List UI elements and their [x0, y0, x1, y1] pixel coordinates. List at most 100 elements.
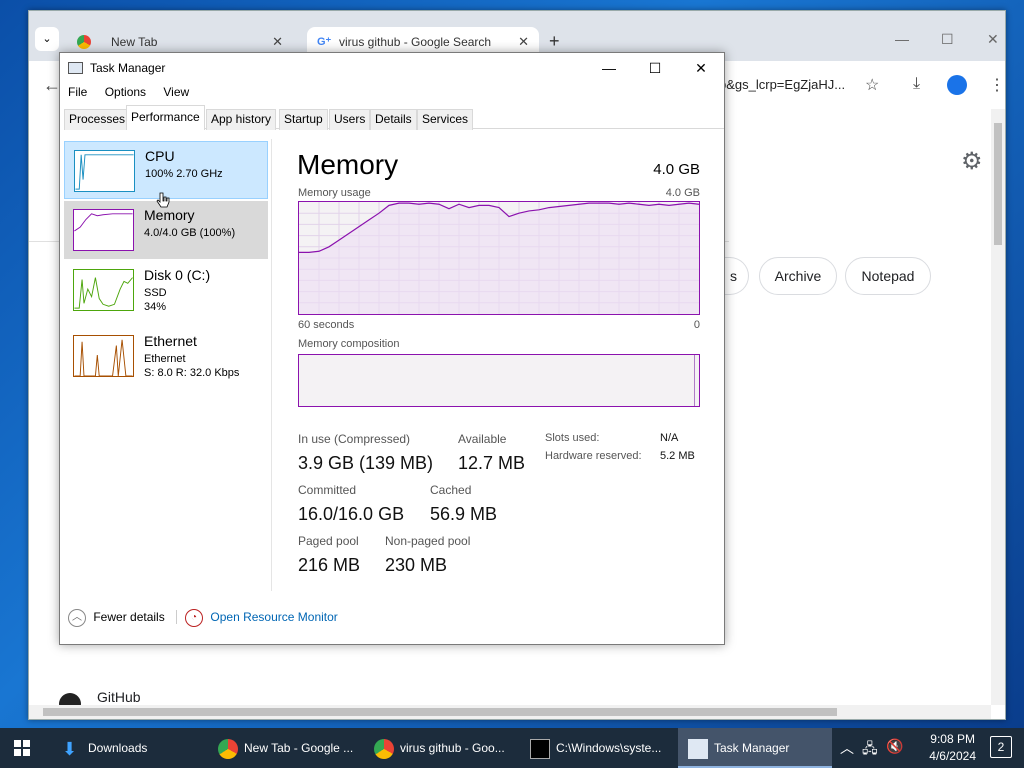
paged-pool-value: 216 MB — [298, 555, 361, 575]
footer: ︿ Fewer details ◔ Open Resource Monitor — [68, 609, 338, 627]
tab-strip: Processes Performance App history Startu… — [64, 105, 724, 130]
hardware-reserved-label: Hardware reserved: — [545, 450, 642, 462]
hand-cursor-icon — [156, 192, 170, 208]
memory-usage-label: Memory usage — [298, 187, 371, 199]
available-label: Available — [458, 432, 507, 446]
task-manager-window: Task Manager — ☐ ✕ File Options View Pro… — [59, 52, 725, 645]
committed-value: 16.0/16.0 GB — [298, 504, 405, 524]
vertical-scrollbar[interactable] — [991, 109, 1005, 705]
download-icon[interactable]: ⤓ — [913, 75, 920, 93]
taskbar-item-label: New Tab - Google ... — [244, 741, 354, 755]
notification-center-icon[interactable]: 2 — [990, 736, 1012, 758]
sidebar-item-cpu[interactable]: CPU 100% 2.70 GHz — [64, 141, 268, 199]
close-window-icon[interactable]: ✕ — [987, 31, 999, 48]
filter-chip-archive[interactable]: Archive — [759, 257, 837, 295]
menu-bar: File Options View — [68, 85, 203, 99]
taskbar-item-label: C:\Windows\syste... — [556, 741, 662, 755]
network-icon[interactable]: 🖧 — [862, 738, 878, 762]
close-icon[interactable]: ✕ — [678, 57, 724, 81]
committed-label: Committed — [298, 483, 357, 497]
sidebar-item-disk[interactable]: Disk 0 (C:) SSD 34% — [64, 261, 268, 319]
graph-time-left: 60 seconds — [298, 319, 355, 331]
menu-options[interactable]: Options — [105, 85, 146, 99]
tab-services[interactable]: Services — [417, 109, 474, 130]
sidebar-item-label: CPU — [145, 148, 175, 164]
google-favicon-icon: G⁺ — [317, 36, 332, 48]
slots-used-label: Slots used: — [545, 432, 600, 444]
memory-usage-max: 4.0 GB — [665, 187, 700, 199]
menu-kebab-icon[interactable]: ⋮ — [989, 75, 1005, 95]
tab-processes[interactable]: Processes — [64, 109, 131, 130]
menu-view[interactable]: View — [163, 85, 189, 99]
tab-title: virus github - Google Search — [339, 35, 492, 49]
volume-muted-icon[interactable]: 🔇 — [886, 738, 903, 755]
clock[interactable]: 9:08 PM 4/6/2024 — [929, 731, 976, 765]
sidebar-item-label: Disk 0 (C:) — [144, 267, 211, 283]
tab-users[interactable]: Users — [329, 109, 371, 130]
settings-gear-icon[interactable]: ⚙ — [961, 147, 983, 176]
page-title: Memory — [297, 149, 399, 180]
fewer-details-link[interactable]: Fewer details — [93, 610, 164, 624]
cached-label: Cached — [430, 483, 472, 497]
minimize-icon[interactable]: — — [895, 31, 909, 47]
chrome-icon — [218, 738, 238, 759]
taskbar-item-task-manager[interactable]: Task Manager — [678, 728, 832, 768]
chevron-up-icon[interactable]: ︿ — [68, 609, 86, 627]
windows-start-icon[interactable] — [14, 740, 30, 756]
memory-composition-bar — [298, 354, 700, 407]
memory-mini-graph — [73, 209, 134, 251]
sidebar-item-ethernet[interactable]: Ethernet Ethernet S: 8.0 R: 32.0 Kbps — [64, 327, 268, 385]
new-tab-button[interactable]: + — [549, 31, 560, 52]
tab-app-history[interactable]: App history — [206, 109, 277, 130]
open-resource-monitor-link[interactable]: Open Resource Monitor — [210, 610, 337, 624]
profile-avatar[interactable] — [947, 75, 967, 95]
clock-time: 9:08 PM — [930, 732, 975, 746]
taskbar-item-chrome-search[interactable]: virus github - Goo... — [374, 728, 524, 768]
in-use-label: In use (Compressed) — [298, 432, 411, 446]
filter-chip-notepad[interactable]: Notepad — [845, 257, 931, 295]
bookmark-star-icon[interactable]: ☆ — [865, 75, 879, 95]
title-bar: Task Manager — ☐ ✕ — [60, 53, 724, 83]
menu-file[interactable]: File — [68, 85, 87, 99]
cached-value: 56.9 MB — [430, 504, 498, 524]
minimize-icon[interactable]: — — [586, 57, 632, 81]
sidebar-item-detail: 100% 2.70 GHz — [145, 168, 223, 180]
tab-startup[interactable]: Startup — [279, 109, 328, 130]
disk-mini-graph — [73, 269, 134, 311]
cpu-mini-graph — [74, 150, 135, 192]
maximize-icon[interactable]: ☐ — [632, 57, 678, 81]
ethernet-mini-graph — [73, 335, 134, 377]
window-title: Task Manager — [90, 61, 166, 75]
result-site-name[interactable]: GitHub — [97, 689, 141, 705]
tab-performance[interactable]: Performance — [126, 105, 205, 130]
hardware-reserved-value: 5.2 MB — [660, 450, 695, 462]
memory-composition-label: Memory composition — [298, 338, 400, 350]
taskbar-item-label: virus github - Goo... — [400, 741, 505, 755]
tab-details[interactable]: Details — [370, 109, 417, 130]
non-paged-pool-label: Non-paged pool — [385, 534, 471, 548]
taskbar-item-label: Downloads — [88, 741, 148, 755]
task-manager-icon — [68, 62, 83, 74]
chrome-favicon-icon — [77, 35, 91, 49]
clock-date: 4/6/2024 — [929, 749, 976, 763]
maximize-icon[interactable]: ☐ — [941, 31, 954, 48]
taskbar-item-label: Task Manager — [714, 741, 790, 755]
taskbar: ⬇ Downloads New Tab - Google ... virus gi… — [0, 728, 1024, 768]
tab-search-button[interactable]: ⌄ — [35, 27, 59, 51]
paged-pool-label: Paged pool — [298, 534, 359, 548]
graph-time-right: 0 — [693, 319, 700, 331]
sidebar-item-detail: 34% — [144, 301, 167, 313]
slots-used-value: N/A — [660, 432, 679, 444]
taskbar-item-cmd[interactable]: C:\Windows\syste... — [530, 728, 672, 768]
download-arrow-icon: ⬇ — [62, 738, 78, 759]
scroll-thumb[interactable] — [43, 708, 837, 716]
scroll-thumb[interactable] — [994, 123, 1002, 245]
resource-monitor-icon: ◔ — [185, 609, 204, 627]
show-hidden-icons-icon[interactable]: ︿ — [840, 738, 854, 758]
address-bar[interactable]: b&gs_lcrp=EgZjaHJ... — [719, 71, 869, 99]
sidebar-item-detail: 4.0/4.0 GB (100%) — [144, 227, 236, 239]
sidebar-item-detail: SSD — [144, 287, 167, 299]
taskbar-item-chrome-newtab[interactable]: New Tab - Google ... — [218, 728, 368, 768]
horizontal-scrollbar[interactable] — [29, 705, 991, 719]
taskbar-item-downloads[interactable]: ⬇ Downloads — [62, 728, 212, 768]
